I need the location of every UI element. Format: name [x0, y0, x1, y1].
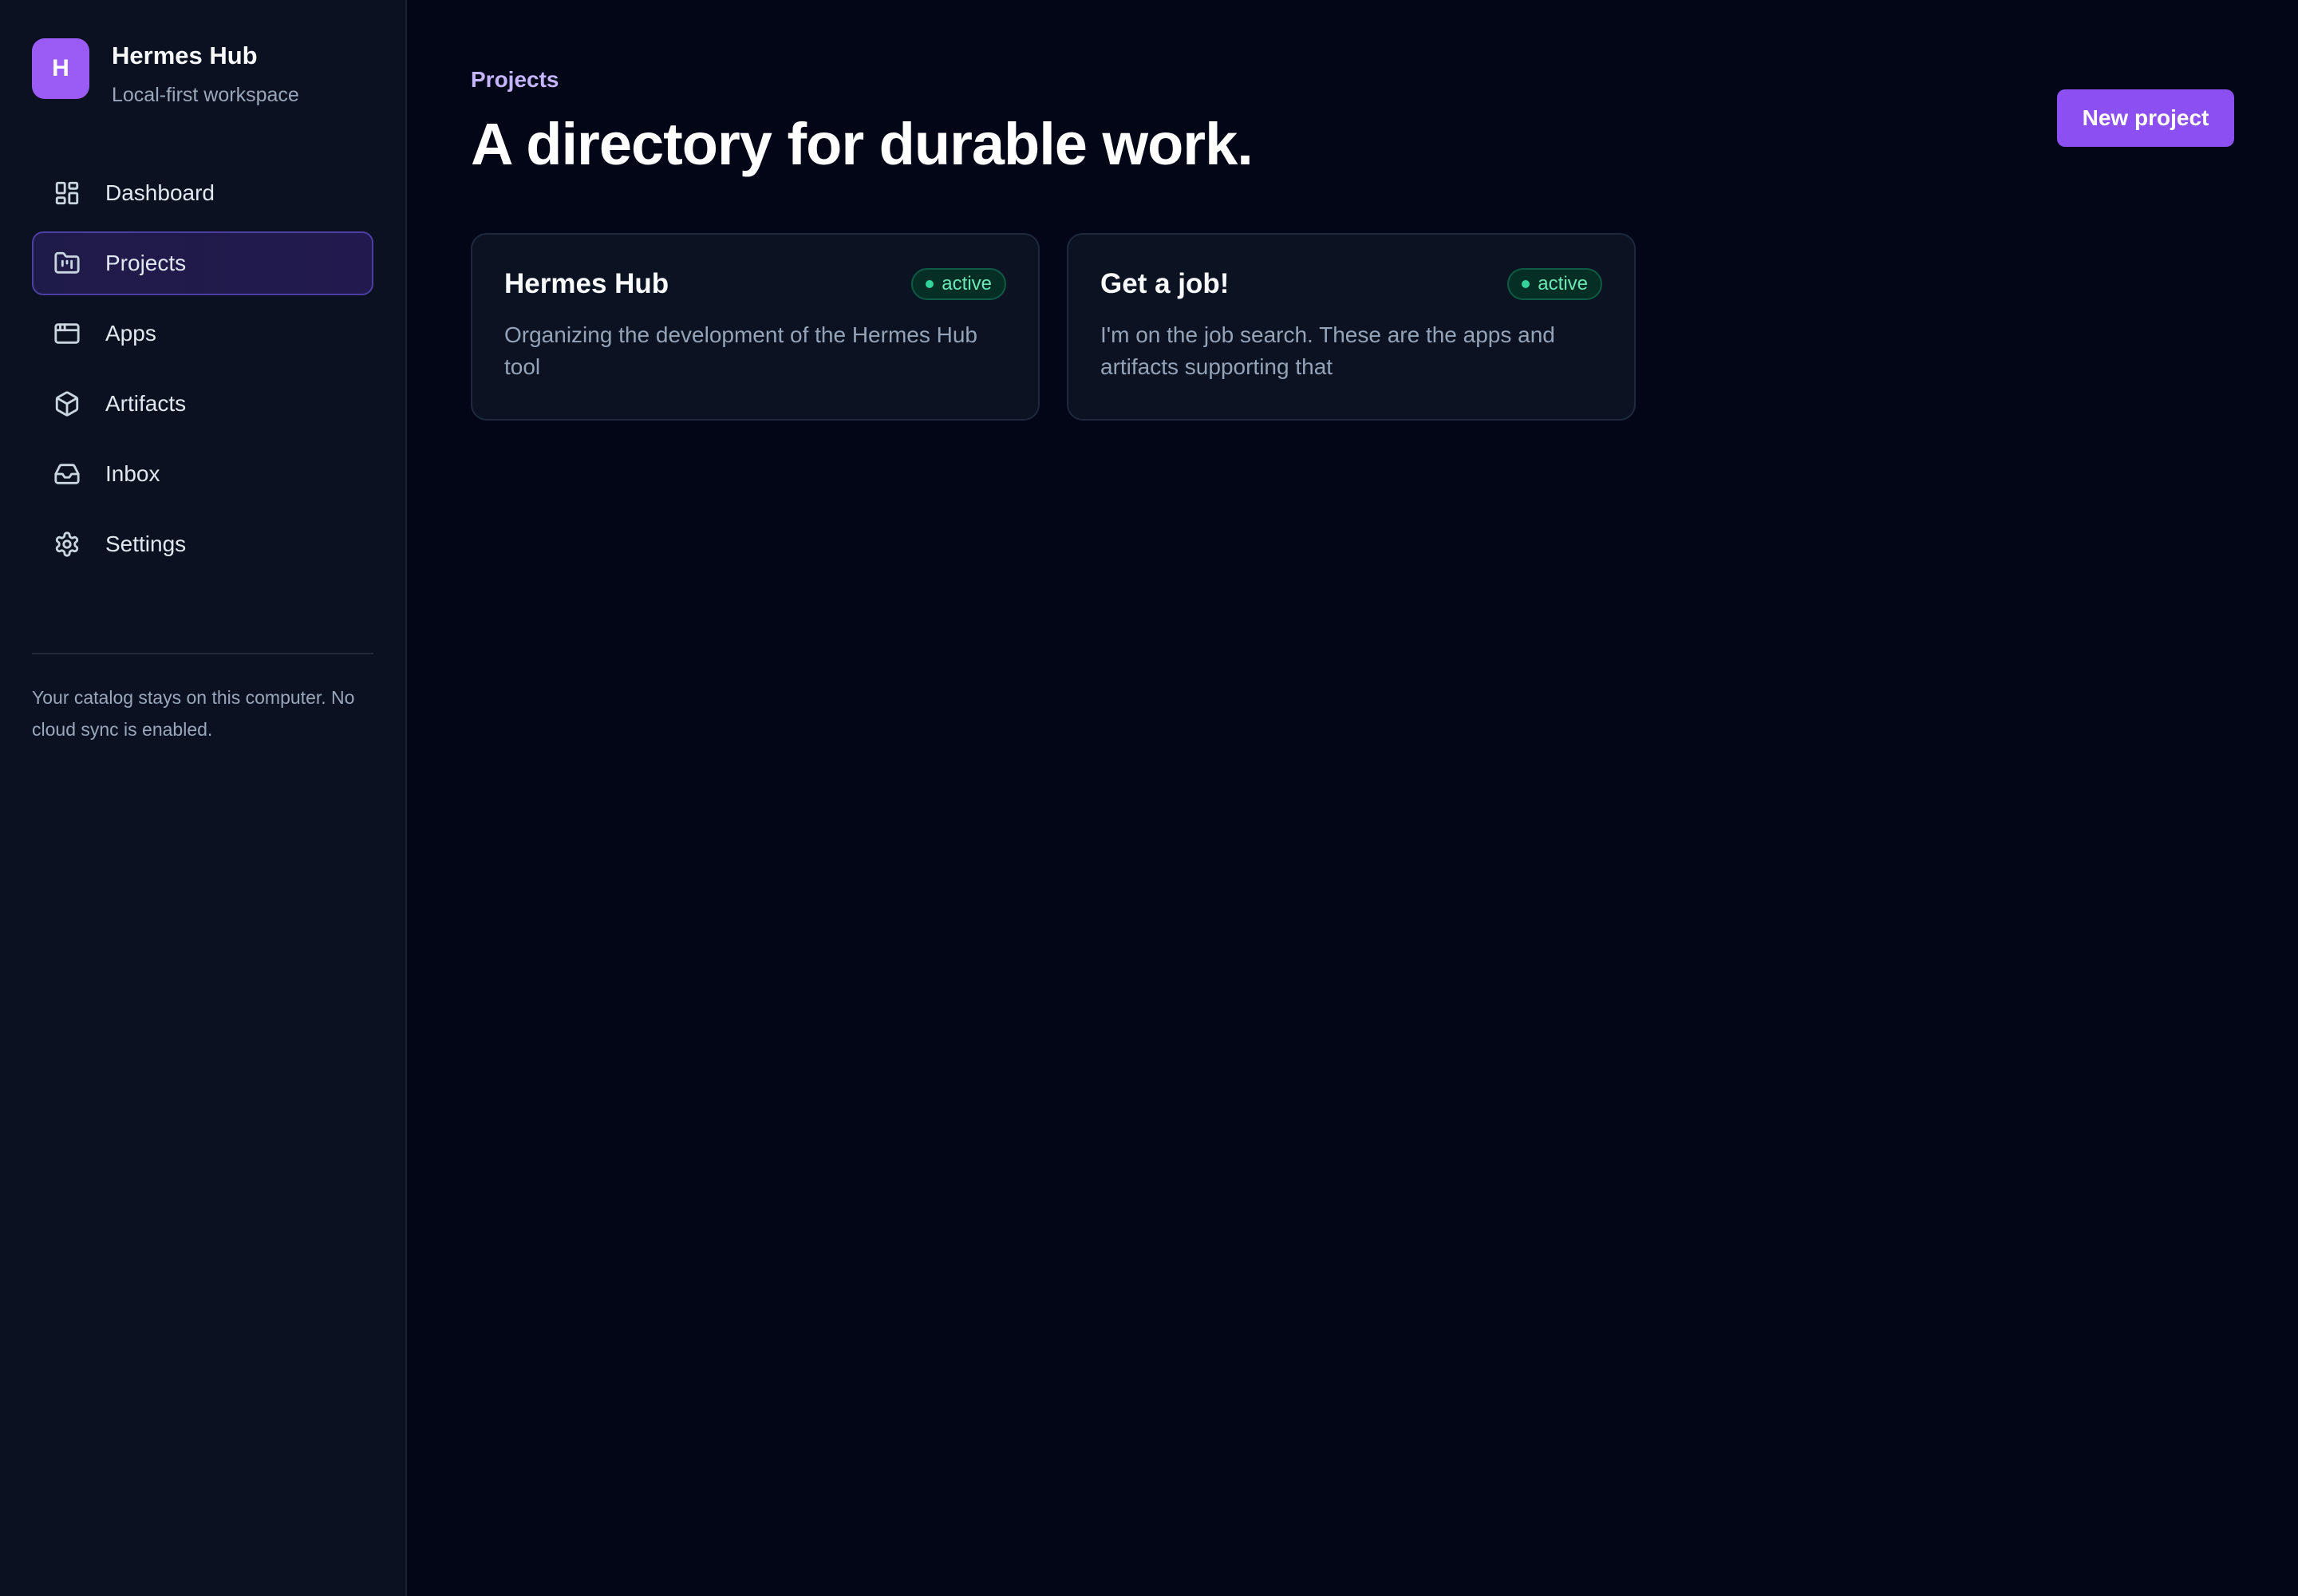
box-icon	[53, 389, 81, 418]
brand: H Hermes Hub Local-first workspace	[32, 38, 373, 109]
app-window-icon	[53, 319, 81, 348]
app-root: H Hermes Hub Local-first workspace Dashb…	[0, 0, 2298, 1596]
project-description: I'm on the job search. These are the app…	[1100, 322, 1555, 379]
project-card[interactable]: Get a job! active I'm on the job search.…	[1067, 233, 1636, 421]
dashboard-icon	[53, 179, 81, 207]
sidebar-item-label: Dashboard	[105, 180, 215, 205]
brand-text: Hermes Hub Local-first workspace	[112, 38, 299, 109]
project-card[interactable]: Hermes Hub active Organizing the develop…	[471, 233, 1040, 421]
gear-icon	[53, 530, 81, 559]
brand-logo[interactable]: H	[32, 38, 89, 99]
inbox-icon	[53, 460, 81, 488]
project-description: Organizing the development of the Hermes…	[504, 322, 977, 379]
status-dot-icon	[926, 280, 934, 288]
main-content: Projects A directory for durable work. N…	[407, 0, 2298, 1596]
status-dot-icon	[1522, 280, 1530, 288]
sidebar-item-dashboard[interactable]: Dashboard	[32, 161, 373, 225]
sidebar-item-label: Artifacts	[105, 391, 187, 416]
status-label: active	[942, 273, 992, 294]
sidebar: H Hermes Hub Local-first workspace Dashb…	[0, 0, 407, 1596]
page-eyebrow: Projects	[471, 67, 559, 92]
sidebar-item-projects[interactable]: Projects	[32, 231, 373, 295]
brand-subtitle: Local-first workspace	[112, 84, 299, 106]
sidebar-item-label: Inbox	[105, 461, 160, 486]
sidebar-divider	[32, 653, 373, 654]
project-list: Hermes Hub active Organizing the develop…	[471, 233, 2234, 421]
status-badge: active	[1507, 268, 1602, 300]
sidebar-item-settings[interactable]: Settings	[32, 512, 373, 576]
sidebar-item-label: Projects	[105, 251, 187, 275]
sidebar-item-artifacts[interactable]: Artifacts	[32, 372, 373, 436]
new-project-button[interactable]: New project	[2057, 89, 2234, 147]
page-title: A directory for durable work.	[471, 111, 1254, 177]
sidebar-nav: Dashboard Projects Apps Artifacts Inbox …	[32, 161, 373, 576]
status-label: active	[1538, 273, 1588, 294]
sidebar-item-apps[interactable]: Apps	[32, 302, 373, 365]
sidebar-item-label: Settings	[105, 531, 187, 556]
brand-name: Hermes Hub	[112, 41, 258, 69]
sidebar-item-label: Apps	[105, 321, 156, 346]
sidebar-note: Your catalog stays on this computer. No …	[32, 687, 355, 740]
folder-icon	[53, 249, 81, 278]
status-badge: active	[911, 268, 1006, 300]
sidebar-item-inbox[interactable]: Inbox	[32, 442, 373, 506]
